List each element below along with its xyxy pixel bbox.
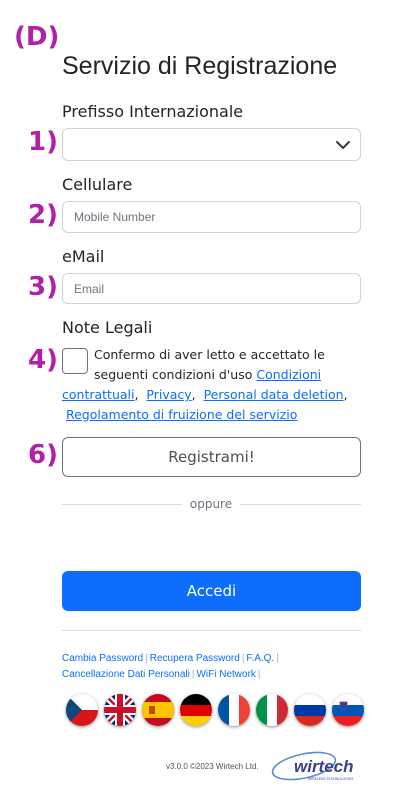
link-recover-password[interactable]: Recupera Password [150,653,240,664]
email-label: eMail [62,247,105,266]
italy-flag-icon[interactable] [256,694,288,726]
email-input[interactable] [63,274,360,303]
language-selector [66,694,364,726]
germany-flag-icon[interactable] [180,694,212,726]
mobile-input[interactable] [63,202,360,232]
step-marker-3: 3) [28,272,58,302]
link-privacy[interactable]: Privacy [146,387,191,402]
page-marker: (D) [14,22,60,52]
divider-text: oppure [183,497,239,511]
link-delete-data[interactable]: Cancellazione Dati Personali [62,669,190,680]
step-marker-6: 6) [28,440,58,470]
chevron-down-icon [336,141,350,149]
divider-right [240,504,361,505]
prefix-select[interactable] [62,128,361,161]
russia-flag-icon[interactable] [294,694,326,726]
link-change-password[interactable]: Cambia Password [62,653,143,664]
legal-label: Note Legali [62,318,153,337]
link-faq[interactable]: F.A.Q. [246,653,274,664]
czech-flag-icon[interactable] [66,694,98,726]
legal-text-line2: seguenti condizioni d'uso [94,367,253,382]
page-title: Servizio di Registrazione [62,52,338,80]
link-wifi-network[interactable]: WiFi Network [196,669,255,680]
slovenia-flag-icon[interactable] [332,694,364,726]
spain-flag-icon[interactable] [142,694,174,726]
link-conditions-cont[interactable]: contrattuali [62,387,134,402]
link-data-deletion[interactable]: Personal data deletion [204,387,344,402]
link-regulation[interactable]: Regolamento di fruizione del servizio [66,407,297,422]
mobile-label: Cellulare [62,175,133,194]
france-flag-icon[interactable] [218,694,250,726]
divider-left [62,504,182,505]
register-button[interactable]: Registrami! [62,437,361,477]
legal-text-line1: Confermo di aver letto e accettato le [94,347,325,362]
email-field[interactable] [62,273,361,304]
link-conditions[interactable]: Condizioni [256,367,321,382]
version-text: v3.0.0 ©2023 Wirtech Ltd. [166,762,259,771]
logo-wordmark: wirtech [294,757,354,776]
prefix-label: Prefisso Internazionale [62,102,244,121]
footer-links: Cambia Password | Recupera Password | F.A.Q.… [62,653,279,680]
step-marker-4: 4) [28,345,58,375]
logo-tagline: WIRELESS TECHNOLOGIES [308,777,354,781]
uk-flag-icon[interactable] [104,694,136,726]
wirtech-logo: wirtech WIRELESS TECHNOLOGIES [268,745,363,785]
step-marker-2: 2) [28,200,58,230]
footer-divider [62,630,361,631]
login-button[interactable]: Accedi [62,571,361,611]
mobile-field[interactable] [62,201,361,233]
step-marker-1: 1) [28,127,58,157]
legal-text: Confermo di aver letto e accettato le se… [62,347,348,422]
